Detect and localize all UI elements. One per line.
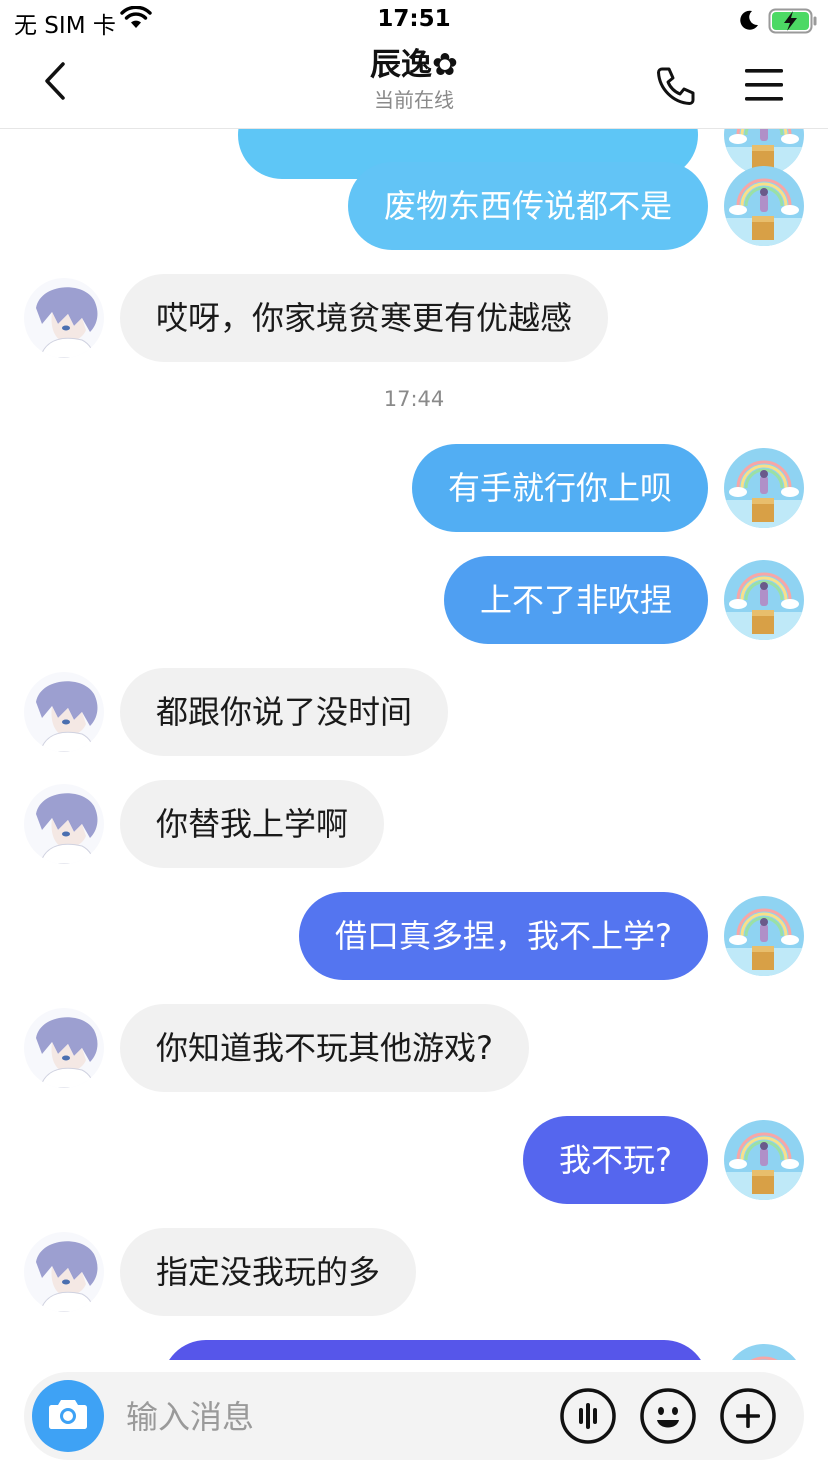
clock: 17:51 — [377, 6, 451, 32]
my-avatar[interactable] — [724, 166, 804, 246]
my-avatar[interactable] — [724, 560, 804, 640]
message-row: 指定没我玩的多 — [0, 1228, 828, 1316]
hamburger-menu-icon — [740, 69, 788, 110]
my-avatar[interactable] — [724, 448, 804, 528]
emoji-icon — [640, 1388, 696, 1448]
message-row: 你替我上学啊 — [0, 780, 828, 868]
incoming-bubble[interactable]: 你知道我不玩其他游戏? — [120, 1004, 529, 1092]
incoming-bubble[interactable]: 哎呀，你家境贫寒更有优越感 — [120, 274, 609, 362]
add-attachment-button[interactable] — [720, 1388, 776, 1444]
moon-icon — [738, 9, 760, 35]
voice-button[interactable] — [560, 1388, 616, 1444]
contact-avatar[interactable] — [24, 1232, 104, 1312]
outgoing-bubble[interactable] — [162, 1340, 708, 1360]
message-row: 哎呀，你家境贫寒更有优越感 — [0, 274, 828, 362]
status-bar: 无 SIM 卡 17:51 — [0, 0, 828, 42]
camera-icon — [48, 1397, 88, 1435]
emoji-button[interactable] — [640, 1388, 696, 1444]
chat-timestamp: 17:44 — [383, 387, 445, 411]
message-row: 废物东西传说都不是 — [0, 162, 828, 250]
my-avatar[interactable] — [724, 896, 804, 976]
my-avatar[interactable] — [724, 1344, 804, 1360]
message-row: 你知道我不玩其他游戏? — [0, 1004, 828, 1092]
message-input[interactable] — [124, 1386, 548, 1448]
message-list[interactable]: 17:44 废物东西传说都不是 哎呀，你家境贫寒更有优越感 有手就行你上呗 上不… — [0, 129, 828, 1360]
plus-circle-icon — [720, 1388, 776, 1448]
call-button[interactable] — [652, 62, 700, 110]
message-row: 有手就行你上呗 — [0, 444, 828, 532]
contact-avatar[interactable] — [24, 1008, 104, 1088]
outgoing-bubble[interactable]: 上不了非吹捏 — [443, 556, 708, 644]
outgoing-bubble[interactable]: 废物东西传说都不是 — [347, 162, 708, 250]
message-row: 借口真多捏，我不上学? — [0, 892, 828, 980]
incoming-bubble[interactable]: 你替我上学啊 — [120, 780, 385, 868]
incoming-bubble[interactable]: 指定没我玩的多 — [120, 1228, 417, 1316]
contact-name: 辰逸✿ — [370, 47, 458, 83]
outgoing-bubble[interactable]: 借口真多捏，我不上学? — [299, 892, 708, 980]
chat-header: 辰逸✿ 当前在线 — [0, 42, 828, 129]
message-input-bar — [24, 1372, 804, 1460]
message-row: 上不了非吹捏 — [0, 556, 828, 644]
more-menu-button[interactable] — [740, 64, 788, 106]
online-status: 当前在线 — [374, 88, 454, 112]
message-row — [0, 1340, 828, 1360]
contact-avatar[interactable] — [24, 784, 104, 864]
voice-wave-icon — [560, 1388, 616, 1448]
message-row: 我不玩? — [0, 1116, 828, 1204]
camera-button[interactable] — [32, 1380, 104, 1452]
my-avatar[interactable] — [724, 1120, 804, 1200]
contact-avatar[interactable] — [24, 672, 104, 752]
phone-icon — [652, 67, 700, 114]
battery-charging-icon — [768, 8, 818, 38]
message-row: 都跟你说了没时间 — [0, 668, 828, 756]
outgoing-bubble[interactable]: 有手就行你上呗 — [411, 444, 708, 532]
outgoing-bubble[interactable]: 我不玩? — [523, 1116, 708, 1204]
incoming-bubble[interactable]: 都跟你说了没时间 — [120, 668, 449, 756]
contact-avatar[interactable] — [24, 278, 104, 358]
